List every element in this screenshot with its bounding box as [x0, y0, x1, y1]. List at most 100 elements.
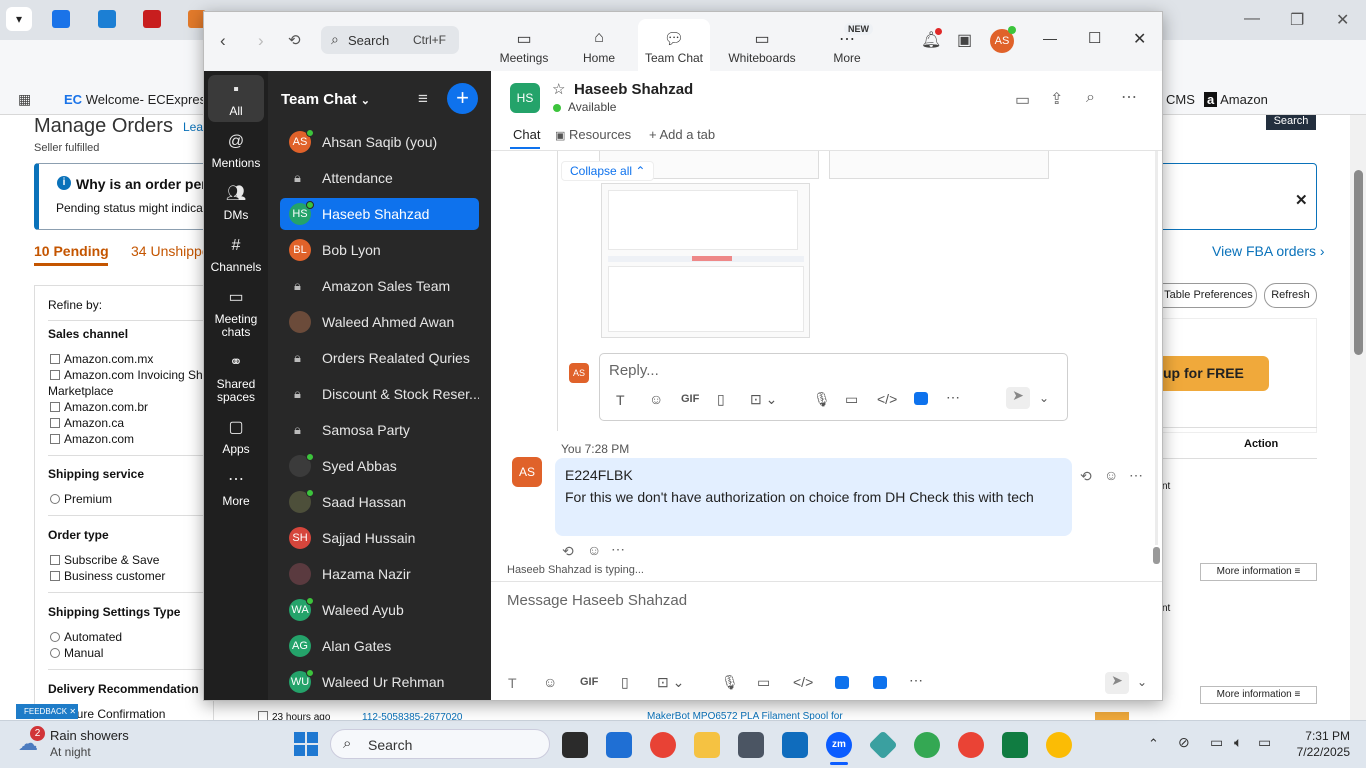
reply-send-options-icon[interactable]: ⌄ [1039, 391, 1049, 405]
composer-more-icon[interactable]: ⋯ [909, 672, 923, 689]
message-more-icon[interactable]: ⋯ [1129, 467, 1143, 484]
team-chat-title[interactable]: Team Chat ⌄ [281, 91, 370, 108]
chat-list-item[interactable]: AG Alan Gates [280, 630, 479, 662]
reply-video-icon[interactable]: ▭ [845, 391, 858, 408]
zoom-maximize-icon[interactable]: ☐ [1088, 29, 1101, 47]
reply-audio-icon[interactable]: 🎙︎ [813, 391, 831, 408]
zoom-forward-icon[interactable]: › [258, 31, 264, 51]
message-avatar[interactable]: AS [512, 457, 542, 487]
search-button[interactable]: Search [1266, 115, 1316, 130]
tab-meetings[interactable]: ▭ Meetings [489, 29, 559, 65]
bookmark-cms[interactable]: CMS [1166, 92, 1195, 107]
zoom-close-icon[interactable]: ✕ [1133, 29, 1146, 49]
tab-favicon-dh[interactable] [143, 10, 161, 28]
excel-icon[interactable] [1002, 732, 1028, 758]
nav-apps[interactable]: ▢ Apps [206, 420, 266, 456]
nav-channels[interactable]: # Channels [206, 238, 266, 274]
zoom-taskbar-icon[interactable]: zm [826, 732, 852, 758]
chat-list-item[interactable]: 🔒︎ Amazon Sales Team [280, 270, 479, 302]
code-screenshot-2[interactable] [829, 151, 1049, 179]
view-fba-link[interactable]: View FBA orders › [1212, 243, 1325, 259]
nav-all[interactable]: ▪ All [206, 82, 266, 118]
thread-reply-icon[interactable]: ⟲ [562, 543, 574, 560]
tray-chevron-icon[interactable]: ⌃ [1148, 736, 1159, 752]
thread-react-icon[interactable]: ☺ [587, 542, 601, 558]
chat-list-item[interactable]: BL Bob Lyon [280, 234, 479, 266]
send-icon[interactable]: ➤ [1105, 672, 1129, 694]
chat-list-item[interactable]: 🔒︎ Discount & Stock Reser... [280, 378, 479, 410]
weather-title[interactable]: Rain showers [50, 728, 129, 743]
chat-scrollbar-track[interactable] [1155, 151, 1158, 545]
browser-minimize-icon[interactable]: — [1244, 10, 1260, 28]
reply-screenshot-icon[interactable]: ⊡ ⌄ [750, 391, 777, 408]
reply-send-icon[interactable]: ➤ [1006, 387, 1030, 409]
tab-list-dropdown[interactable]: ▾ [6, 7, 32, 31]
channel-com[interactable]: Amazon.com [50, 432, 134, 446]
reply-input[interactable]: Reply... [609, 362, 659, 379]
tab-chat[interactable]: Chat [513, 127, 540, 142]
reply-box[interactable] [599, 353, 1068, 421]
network-off-icon[interactable]: ⊘ [1178, 734, 1190, 751]
filter-icon[interactable]: ≡ [418, 89, 428, 109]
chat-list-item[interactable]: WA Waleed Ayub [280, 594, 479, 626]
browser-restore-icon[interactable]: ❐ [1290, 10, 1304, 30]
code-snippet-icon[interactable]: </> [793, 674, 813, 690]
volume-icon[interactable]: 🔈︎ [1234, 734, 1242, 751]
nav-shared-spaces[interactable]: ⚭ Shared spaces [206, 355, 266, 404]
zoom-search-box[interactable]: ⌕ Search Ctrl+F [321, 26, 459, 54]
calculator-icon[interactable] [738, 732, 764, 758]
reply-more-icon[interactable]: ⋯ [946, 389, 960, 406]
apps-grid-icon[interactable]: ▦ [18, 91, 31, 108]
page-scrollbar-thumb[interactable] [1354, 170, 1363, 355]
chat-list-item[interactable]: HS Haseeb Shahzad [280, 198, 479, 230]
tab-unshipped[interactable]: 34 Unshippe [131, 243, 210, 259]
share-screen-icon[interactable]: ⇪ [1050, 89, 1063, 109]
attached-screenshot[interactable] [601, 183, 810, 338]
chat-list-item[interactable]: AS Ahsan Saqib (you) [280, 126, 479, 158]
bookmark-amazon[interactable]: a Amazon [1204, 92, 1268, 107]
clock-date[interactable]: 7/22/2025 [1280, 745, 1350, 759]
channel-mx[interactable]: Amazon.com.mx [50, 352, 153, 366]
refresh-button[interactable]: Refresh [1264, 283, 1317, 308]
gif-icon[interactable]: GIF [580, 676, 598, 688]
collapse-all-button[interactable]: Collapse all ⌃ [561, 161, 655, 181]
screenshot-icon[interactable]: ⊡ ⌄ [657, 674, 684, 691]
reply-emoji-icon[interactable]: ☺ [649, 391, 663, 407]
video-call-icon[interactable]: ▭ [1015, 90, 1030, 110]
task-view-icon[interactable] [562, 732, 588, 758]
reply-file-icon[interactable]: ▯ [717, 391, 725, 408]
message-reply-icon[interactable]: ⟲ [1080, 468, 1092, 485]
file-icon[interactable]: ▯ [621, 674, 629, 691]
signup-button[interactable]: up for FREE [1160, 356, 1269, 391]
nav-more[interactable]: ⋯ More [206, 472, 266, 508]
thread-more-icon[interactable]: ⋯ [611, 541, 625, 558]
video-message-icon[interactable]: ▭ [757, 674, 770, 691]
feedback-tab[interactable]: FEEDBACK ✕ [16, 704, 78, 719]
format-icon[interactable]: T [508, 675, 517, 691]
star-icon[interactable]: ☆ [552, 80, 565, 98]
nav-mentions[interactable]: @ Mentions [206, 134, 266, 170]
settings-automated[interactable]: Automated [50, 630, 122, 644]
message-react-icon[interactable]: ☺ [1104, 467, 1118, 483]
tab-resources[interactable]: ▣ Resources [555, 127, 631, 142]
app-2-icon[interactable] [873, 676, 887, 689]
send-options-icon[interactable]: ⌄ [1137, 675, 1147, 689]
tab-team-chat[interactable]: 💬︎ Team Chat [638, 29, 710, 65]
nav-meeting-chats[interactable]: ▭ Meeting chats [206, 290, 266, 339]
zoom-minimize-icon[interactable]: — [1043, 30, 1057, 46]
chat-list-item[interactable]: Saad Hassan [280, 486, 479, 518]
chat-search-icon[interactable]: ⌕ [1086, 89, 1095, 107]
tab-home[interactable]: ⌂ Home [564, 29, 634, 65]
chat-list-item[interactable]: WU Waleed Ur Rehman [280, 666, 479, 698]
store-icon[interactable] [606, 732, 632, 758]
chrome-profile-2-icon[interactable] [958, 732, 984, 758]
settings-manual[interactable]: Manual [50, 646, 103, 660]
bookmark-ecexpress[interactable]: EC Welcome- ECExpres [64, 92, 206, 107]
order-type-subscribe[interactable]: Subscribe & Save [50, 553, 159, 567]
contact-name[interactable]: Haseeb Shahzad [574, 81, 693, 98]
chat-list-item[interactable]: 🔒︎ Attendance [280, 162, 479, 194]
table-preferences-button[interactable]: t Table Preferences [1155, 283, 1257, 308]
file-explorer-icon[interactable] [694, 732, 720, 758]
tab-pending[interactable]: 10 Pending [34, 243, 109, 259]
more-information-button-1[interactable]: More information ≡ [1200, 563, 1317, 581]
